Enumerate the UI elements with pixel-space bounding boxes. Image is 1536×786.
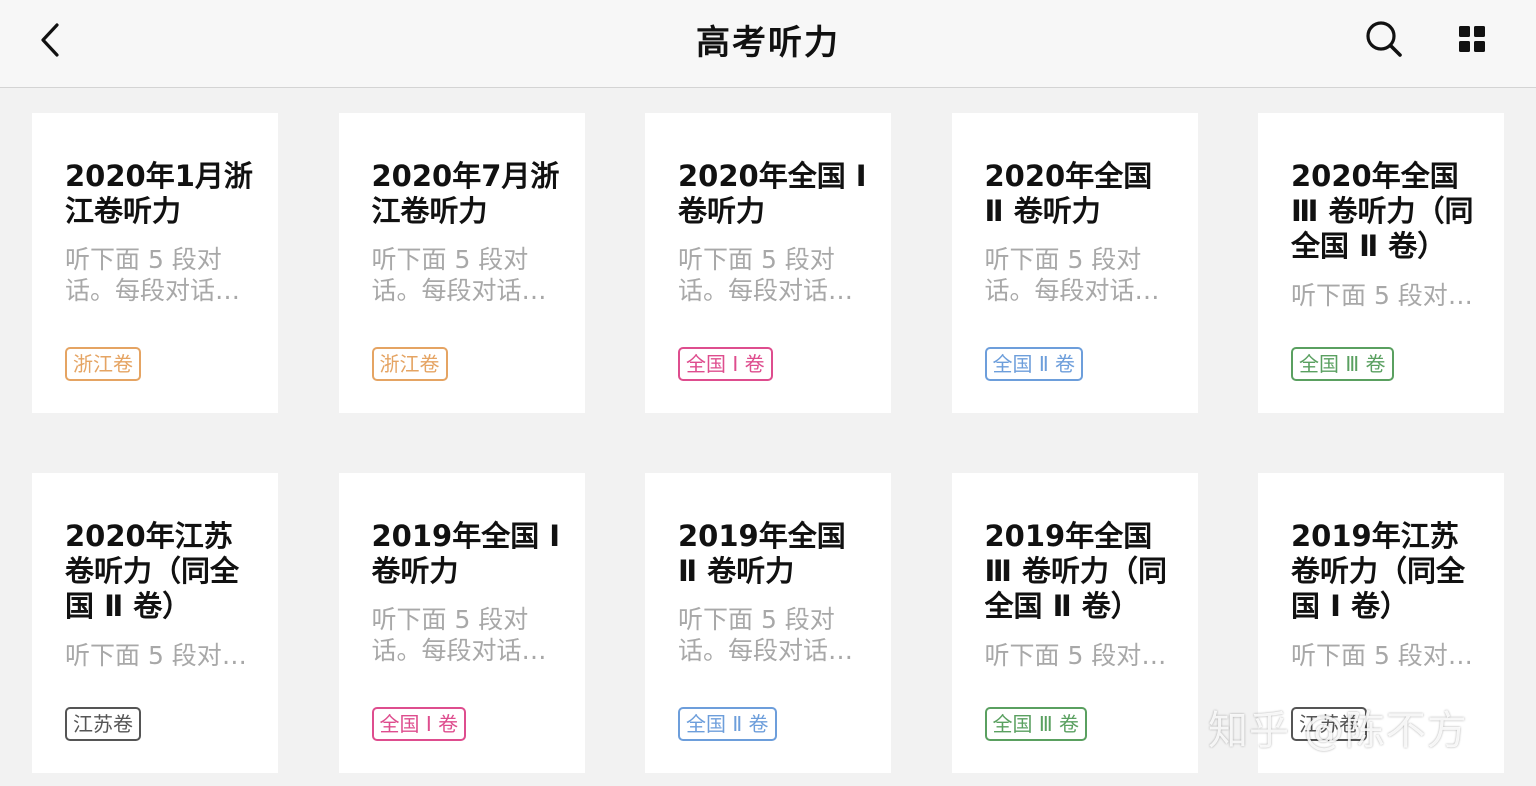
exam-card[interactable]: 2020年江苏卷听力（同全国 Ⅱ 卷） 听下面 5 段对话。每段对话后有一个小题江… — [32, 473, 278, 773]
card-description: 听下面 5 段对话。每段对话后有一个小题 — [678, 605, 854, 665]
card-description: 听下面 5 段对话。每段对话后有一个小题 — [371, 605, 547, 665]
exam-card[interactable]: 2020年1月浙江卷听力听下面 5 段对话。每段对话后有一个小题浙江卷 — [32, 113, 278, 413]
exam-card[interactable]: 2019年全国 Ⅰ 卷听力听下面 5 段对话。每段对话后有一个小题全国 Ⅰ 卷 — [338, 473, 585, 773]
exam-card[interactable]: 2019年全国 Ⅲ 卷听力（同全国 Ⅱ 卷） 听下面 5 段对话。每段对话后有一个… — [951, 473, 1198, 773]
exam-card-grid: 2020年1月浙江卷听力听下面 5 段对话。每段对话后有一个小题浙江卷2020年… — [32, 113, 1504, 773]
card-description: 听下面 5 段对话。每段对话后有一个小题 — [65, 641, 222, 670]
card-title: 2019年全国 Ⅲ 卷听力（同全国 Ⅱ 卷） — [984, 519, 1168, 623]
card-tag: 全国 Ⅲ 卷 — [984, 707, 1088, 741]
card-description: 听下面 5 段对话。每段对话后有一个小题 — [1291, 641, 1448, 670]
exam-card[interactable]: 2020年全国 Ⅰ 卷听力听下面 5 段对话。每段对话后有一个小题全国 Ⅰ 卷 — [645, 113, 891, 413]
page-title: 高考听力 — [696, 22, 840, 63]
back-button[interactable] — [26, 18, 74, 62]
exam-card[interactable]: 2020年全国 Ⅲ 卷听力（同全国 Ⅱ 卷） 听下面 5 段对话。每段对话后有一个… — [1258, 113, 1504, 413]
card-title: 2020年全国 Ⅲ 卷听力（同全国 Ⅱ 卷） — [1291, 159, 1474, 263]
card-title: 2020年1月浙江卷听力 — [65, 159, 253, 228]
card-description: 听下面 5 段对话。每段对话后有一个小题 — [984, 245, 1160, 305]
card-description: 听下面 5 段对话。每段对话后有一个小题 — [371, 245, 547, 305]
card-tag: 全国 Ⅲ 卷 — [1291, 347, 1394, 381]
search-button[interactable] — [1360, 16, 1408, 62]
card-tag: 全国 Ⅰ 卷 — [371, 707, 467, 741]
chevron-left-icon — [41, 23, 59, 57]
card-tag: 全国 Ⅰ 卷 — [678, 347, 773, 381]
card-tag: 浙江卷 — [371, 347, 448, 381]
card-description: 听下面 5 段对话。每段对话后有一个小题 — [1291, 281, 1448, 310]
card-title: 2020年全国 Ⅱ 卷听力 — [984, 159, 1153, 228]
card-title: 2019年江苏卷听力（同全国 Ⅰ 卷） — [1291, 519, 1466, 623]
card-tag: 江苏卷 — [1291, 707, 1367, 741]
card-title: 2020年江苏卷听力（同全国 Ⅱ 卷） — [65, 519, 240, 623]
grid-view-icon — [1459, 26, 1485, 52]
card-description: 听下面 5 段对话。每段对话后有一个小题 — [678, 245, 854, 305]
grid-view-button[interactable] — [1448, 16, 1496, 62]
card-description: 听下面 5 段对话。每段对话后有一个小题 — [984, 641, 1142, 670]
card-description: 听下面 5 段对话。每段对话后有一个小题 — [65, 245, 241, 305]
top-navigation-bar: 高考听力 — [0, 0, 1536, 88]
card-title: 2020年7月浙江卷听力 — [371, 159, 560, 228]
card-tag: 全国 Ⅱ 卷 — [678, 707, 777, 741]
search-icon — [1366, 21, 1402, 57]
exam-card[interactable]: 2019年全国 Ⅱ 卷听力听下面 5 段对话。每段对话后有一个小题全国 Ⅱ 卷 — [645, 473, 891, 773]
card-title: 2019年全国 Ⅰ 卷听力 — [371, 519, 561, 588]
card-title: 2020年全国 Ⅰ 卷听力 — [678, 159, 867, 228]
exam-card[interactable]: 2020年7月浙江卷听力听下面 5 段对话。每段对话后有一个小题浙江卷 — [338, 113, 585, 413]
card-tag: 浙江卷 — [65, 347, 141, 381]
card-tag: 江苏卷 — [65, 707, 141, 741]
exam-card[interactable]: 2020年全国 Ⅱ 卷听力听下面 5 段对话。每段对话后有一个小题全国 Ⅱ 卷 — [951, 113, 1198, 413]
card-tag: 全国 Ⅱ 卷 — [984, 347, 1084, 381]
card-title: 2019年全国 Ⅱ 卷听力 — [678, 519, 846, 588]
exam-card[interactable]: 2019年江苏卷听力（同全国 Ⅰ 卷） 听下面 5 段对话。每段对话后有一个小题江… — [1258, 473, 1504, 773]
